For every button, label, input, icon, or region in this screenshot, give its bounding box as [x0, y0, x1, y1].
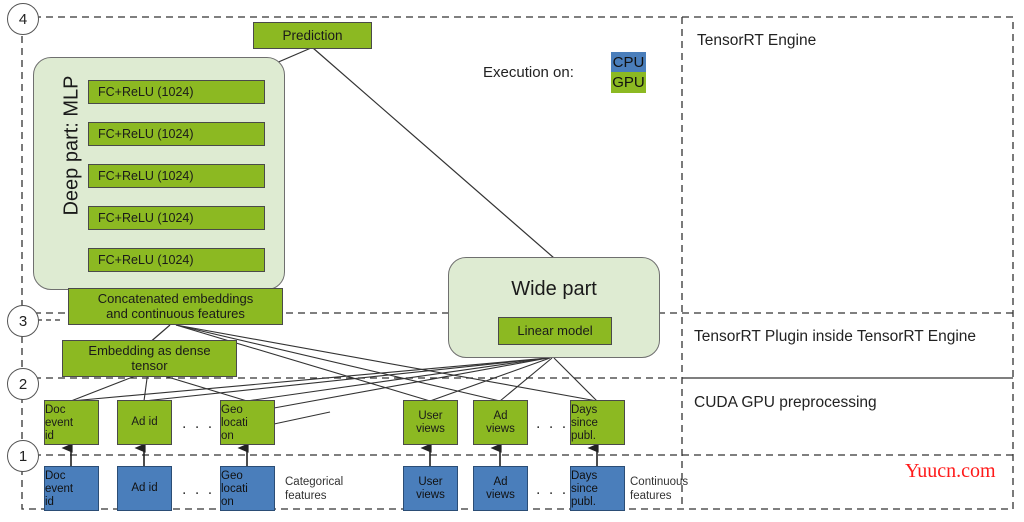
step-4-label: 4 — [18, 10, 28, 28]
feature-line: publ. — [571, 429, 596, 442]
legend-cpu-swatch: CPU — [611, 52, 646, 73]
feature-line: Ad id — [131, 482, 158, 495]
feature-line: event — [45, 417, 74, 430]
region-label-tensorrt-engine: TensorRT Engine — [697, 32, 817, 49]
cpu-feature-days-since-publ[interactable]: Days since publ. — [570, 466, 625, 511]
feature-line: id — [45, 429, 54, 442]
legend-gpu-label: GPU — [612, 74, 645, 91]
step-1-label: 1 — [18, 447, 28, 465]
cpu-feature-ad-views[interactable]: Ad views — [473, 466, 528, 511]
deep-part-label: Deep part: MLP — [60, 75, 83, 216]
step-marker-2: 2 — [7, 368, 39, 400]
continuous-gpu-ellipsis: . . . — [536, 415, 569, 432]
feature-line: Geo — [221, 404, 243, 417]
concat-line-1: Concatenated embeddings — [97, 290, 254, 306]
step-3-label: 3 — [18, 312, 28, 330]
diagram-canvas: 4 3 2 1 TensorRT Engine TensorRT Plugin … — [0, 0, 1024, 522]
embedding-line-1: Embedding as dense — [88, 342, 211, 358]
legend-cpu-label: CPU — [612, 54, 645, 71]
feature-line: Geo — [221, 470, 243, 483]
step-2-label: 2 — [18, 375, 28, 393]
feature-line: Ad — [493, 409, 508, 422]
prediction-node[interactable]: Prediction — [253, 22, 372, 49]
fc-layer-3[interactable]: FC+ReLU (1024) — [88, 164, 265, 188]
cpu-feature-geo-location[interactable]: Geo locati on — [220, 466, 275, 511]
cpu-feature-doc-event-id[interactable]: Doc event id — [44, 466, 99, 511]
continuous-features-label: Continuous features — [630, 475, 688, 504]
embedding-line-2: tensor — [131, 357, 168, 373]
watermark: Yuucn.com — [905, 460, 996, 482]
feature-line: locati — [221, 417, 248, 430]
feature-line: event — [45, 483, 74, 496]
gpu-feature-geo-location[interactable]: Geo locati on — [220, 400, 275, 445]
embedding-dense-tensor-node[interactable]: Embedding as dense tensor — [62, 340, 237, 377]
feature-line: Ad id — [131, 416, 158, 429]
step-marker-1: 1 — [7, 440, 39, 472]
gpu-feature-ad-id[interactable]: Ad id — [117, 400, 172, 445]
feature-line: since — [571, 417, 598, 430]
gpu-feature-user-views[interactable]: User views — [403, 400, 458, 445]
continuous-label-line-2: features — [630, 490, 672, 503]
feature-line: on — [221, 495, 234, 508]
feature-line: locati — [221, 483, 248, 496]
fc-layer-1[interactable]: FC+ReLU (1024) — [88, 80, 265, 104]
categorical-gpu-ellipsis: . . . — [182, 415, 215, 432]
concat-line-2: and continuous features — [106, 305, 245, 321]
feature-line: publ. — [571, 495, 596, 508]
fc-layer-4[interactable]: FC+ReLU (1024) — [88, 206, 265, 230]
step-marker-4: 4 — [7, 3, 39, 35]
step-marker-3: 3 — [7, 305, 39, 337]
linear-model-node[interactable]: Linear model — [498, 317, 612, 345]
gpu-feature-doc-event-id[interactable]: Doc event id — [44, 400, 99, 445]
feature-line: on — [221, 429, 234, 442]
fc-layer-2[interactable]: FC+ReLU (1024) — [88, 122, 265, 146]
feature-line: views — [486, 422, 515, 435]
categorical-cpu-ellipsis: . . . — [182, 481, 215, 498]
concatenated-embeddings-node[interactable]: Concatenated embeddings and continuous f… — [68, 288, 283, 325]
categorical-label-line-1: Categorical — [285, 476, 344, 488]
feature-line: views — [486, 488, 515, 501]
feature-line: views — [416, 422, 445, 435]
legend-gpu-swatch: GPU — [611, 72, 646, 93]
cpu-feature-user-views[interactable]: User views — [403, 466, 458, 511]
gpu-feature-days-since-publ[interactable]: Days since publ. — [570, 400, 625, 445]
feature-line: Doc — [45, 404, 66, 417]
feature-line: User — [418, 409, 443, 422]
feature-line: User — [418, 475, 443, 488]
feature-line: Ad — [493, 475, 508, 488]
continuous-label-line-1: Continuous — [630, 476, 689, 488]
feature-line: Days — [571, 404, 598, 417]
execution-legend-title: Execution on: — [483, 64, 574, 81]
feature-line: since — [571, 483, 598, 496]
cpu-feature-ad-id[interactable]: Ad id — [117, 466, 172, 511]
feature-line: id — [45, 495, 54, 508]
feature-line: Doc — [45, 470, 66, 483]
continuous-cpu-ellipsis: . . . — [536, 481, 569, 498]
gpu-feature-ad-views[interactable]: Ad views — [473, 400, 528, 445]
fc-layer-5[interactable]: FC+ReLU (1024) — [88, 248, 265, 272]
region-label-tensorrt-plugin: TensorRT Plugin inside TensorRT Engine — [694, 328, 977, 345]
feature-line: views — [416, 488, 445, 501]
region-label-cuda-preprocessing: CUDA GPU preprocessing — [694, 394, 877, 411]
feature-line: Days — [571, 470, 598, 483]
categorical-label-line-2: features — [285, 490, 327, 503]
categorical-features-label: Categorical features — [285, 475, 343, 504]
wide-part-label: Wide part — [511, 278, 597, 300]
